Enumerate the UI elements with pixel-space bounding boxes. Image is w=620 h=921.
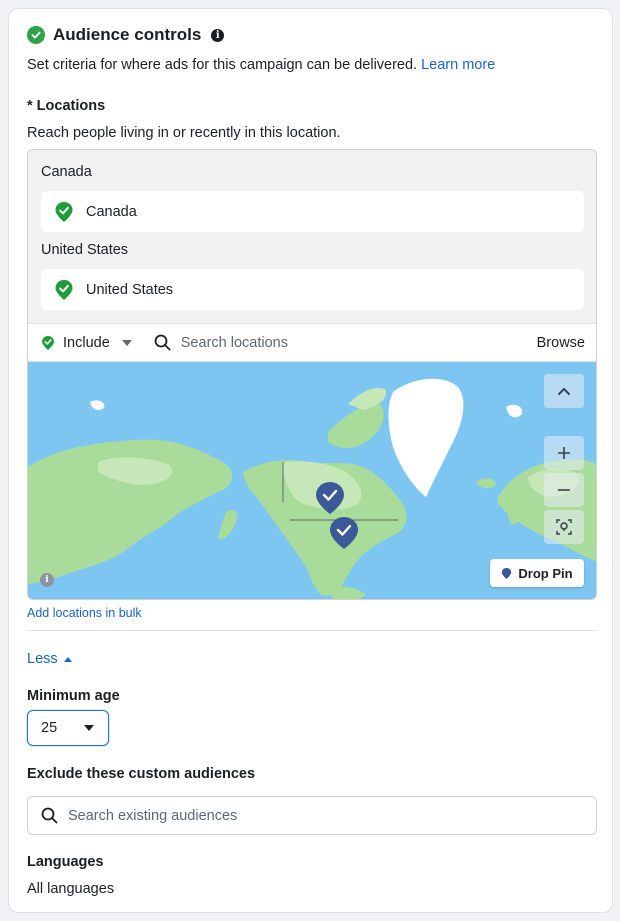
description-text: Set criteria for where ads for this camp… bbox=[27, 57, 418, 73]
location-search bbox=[154, 334, 537, 351]
less-toggle[interactable]: Less bbox=[27, 651, 72, 667]
location-item-label: Canada bbox=[86, 203, 137, 220]
include-dropdown[interactable]: Include bbox=[41, 335, 132, 351]
minimum-age-value: 25 bbox=[41, 720, 58, 736]
location-item-united-states[interactable]: United States bbox=[41, 269, 584, 310]
locations-box: Canada Canada United States United State… bbox=[27, 149, 597, 600]
locations-title: * Locations bbox=[27, 98, 106, 114]
chevron-up-icon bbox=[558, 387, 570, 395]
recenter-button[interactable] bbox=[544, 510, 584, 544]
divider bbox=[27, 630, 597, 631]
learn-more-link[interactable]: Learn more bbox=[421, 57, 495, 73]
browse-button[interactable]: Browse bbox=[537, 335, 585, 351]
location-group-label: United States bbox=[41, 242, 129, 258]
check-circle-icon bbox=[27, 26, 45, 44]
location-group-label: Canada bbox=[41, 164, 92, 180]
languages-value: All languages bbox=[27, 881, 115, 897]
drop-pin-label: Drop Pin bbox=[518, 565, 573, 581]
less-label: Less bbox=[27, 651, 58, 667]
minimum-age-select[interactable]: 25 bbox=[27, 710, 109, 746]
section-description: Set criteria for where ads for this camp… bbox=[27, 57, 495, 73]
section-title: Audience controls bbox=[53, 25, 202, 44]
caret-down-icon bbox=[84, 725, 94, 731]
map-pin-check-icon bbox=[55, 279, 73, 300]
locate-icon bbox=[556, 519, 572, 535]
caret-up-icon bbox=[63, 656, 72, 662]
languages-label: Languages bbox=[27, 854, 104, 870]
map-pin-icon bbox=[502, 567, 512, 579]
location-item-canada[interactable]: Canada bbox=[41, 191, 584, 232]
exclude-audiences-search bbox=[27, 796, 597, 835]
add-locations-bulk-link[interactable]: Add locations in bulk bbox=[27, 606, 142, 620]
minus-icon bbox=[558, 489, 570, 491]
caret-down-icon bbox=[121, 339, 132, 346]
locations-subtitle: Reach people living in or recently in th… bbox=[27, 125, 341, 141]
collapse-map-button[interactable] bbox=[544, 374, 584, 408]
location-search-toolbar: Include Browse bbox=[28, 323, 596, 362]
search-icon bbox=[41, 807, 58, 824]
exclude-audiences-input[interactable] bbox=[68, 807, 568, 824]
location-item-label: United States bbox=[86, 281, 174, 298]
map-pin-check-icon bbox=[55, 201, 73, 222]
include-label: Include bbox=[63, 334, 110, 351]
info-icon[interactable]: i bbox=[211, 28, 225, 42]
location-search-input[interactable] bbox=[180, 334, 481, 351]
plus-icon bbox=[558, 447, 570, 459]
minimum-age-label: Minimum age bbox=[27, 688, 120, 704]
zoom-out-button[interactable] bbox=[544, 473, 584, 507]
drop-pin-button[interactable]: Drop Pin bbox=[490, 559, 584, 587]
search-icon bbox=[154, 334, 171, 351]
audience-controls-card: Audience controls i Set criteria for whe… bbox=[8, 8, 613, 913]
map-pin-check-icon bbox=[42, 335, 54, 350]
section-header: Audience controls i bbox=[27, 25, 225, 45]
map-info-icon[interactable]: i bbox=[40, 573, 54, 587]
exclude-audiences-label: Exclude these custom audiences bbox=[27, 766, 256, 782]
location-map[interactable]: Drop Pin i bbox=[28, 362, 596, 599]
zoom-in-button[interactable] bbox=[544, 436, 584, 470]
